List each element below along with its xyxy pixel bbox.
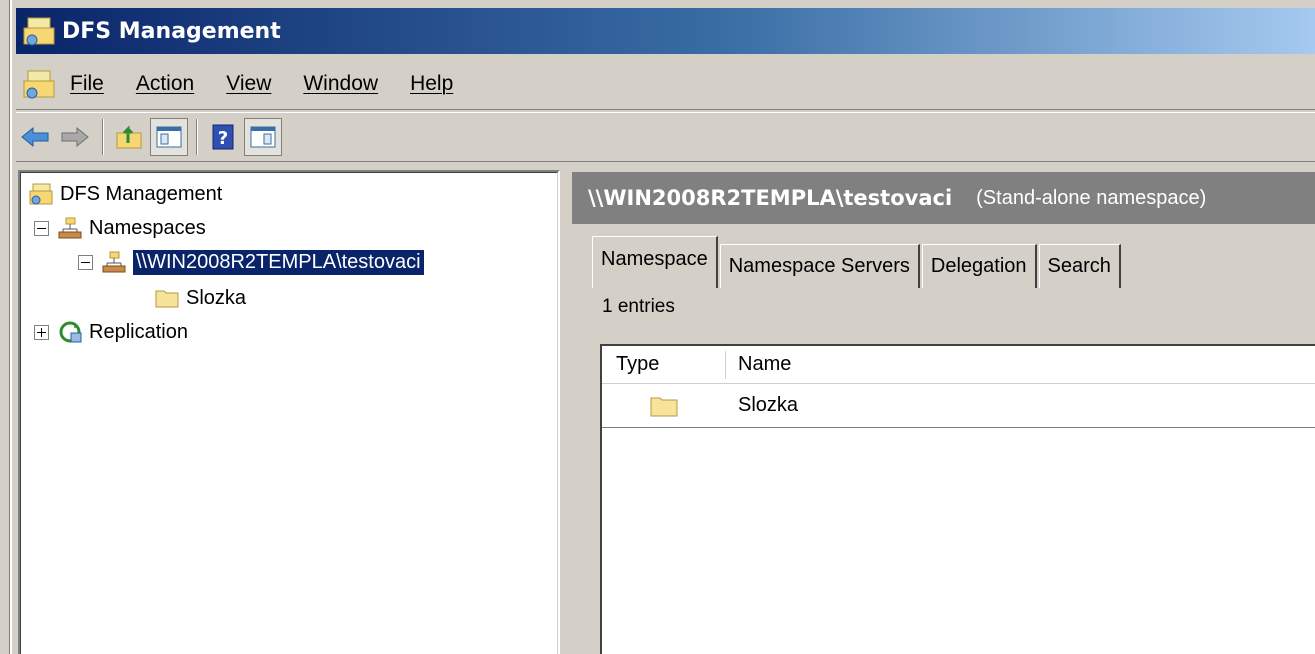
details-header: \\WIN2008R2TEMPLA\testovaci (Stand-alone…: [572, 172, 1315, 224]
tab-delegation[interactable]: Delegation: [921, 244, 1037, 288]
list-header: Type Name: [602, 346, 1315, 384]
menu-view[interactable]: View: [226, 72, 271, 96]
pane-splitter[interactable]: [560, 162, 572, 654]
help-icon: ?: [212, 124, 234, 150]
tree-label: Namespaces: [89, 216, 206, 239]
namespace-type-label: (Stand-alone namespace): [976, 186, 1207, 209]
window-title: DFS Management: [62, 18, 281, 44]
collapse-toggle[interactable]: [34, 220, 49, 236]
up-level-button[interactable]: [110, 118, 148, 156]
tree-item-replication[interactable]: Replication: [34, 316, 188, 348]
menu-file[interactable]: File: [70, 72, 104, 96]
tree-label-selected: \\WIN2008R2TEMPLA\testovaci: [132, 248, 425, 276]
back-button[interactable]: [16, 118, 54, 156]
menu-help[interactable]: Help: [410, 72, 453, 96]
type-cell: [602, 393, 726, 419]
tree-label: Replication: [89, 320, 188, 343]
folder-icon: [155, 290, 179, 308]
namespace-path-heading: \\WIN2008R2TEMPLA\testovaci: [588, 186, 953, 210]
forward-button[interactable]: [56, 118, 94, 156]
help-button[interactable]: ?: [204, 118, 242, 156]
dfs-management-icon: [29, 183, 53, 205]
title-bar[interactable]: DFS Management: [16, 8, 1315, 54]
svg-text:?: ?: [218, 128, 228, 149]
system-menu-icon[interactable]: [22, 67, 56, 101]
up-level-icon: [116, 125, 142, 149]
details-pane: \\WIN2008R2TEMPLA\testovaci (Stand-alone…: [572, 172, 1315, 654]
list-item[interactable]: Slozka: [602, 384, 1315, 428]
folder-icon: [650, 397, 678, 416]
expand-toggle[interactable]: [34, 324, 49, 340]
tree-label: Slozka: [186, 286, 247, 309]
menu-action[interactable]: Action: [136, 72, 194, 96]
namespaces-icon: [58, 217, 82, 239]
window-frame-edge: [0, 0, 10, 654]
toolbar-separator: [196, 119, 198, 155]
back-icon: [21, 126, 49, 148]
dfs-management-icon: [23, 17, 55, 46]
show-hide-console-tree-button[interactable]: [150, 118, 188, 156]
menu-window[interactable]: Window: [303, 72, 378, 96]
column-header-type[interactable]: Type: [602, 350, 726, 379]
tree-item-folder-slozka[interactable]: Slozka: [154, 282, 246, 314]
tab-strip: Namespace Namespace Servers Delegation S…: [592, 236, 1315, 288]
tree-item-dfs-management[interactable]: DFS Management: [28, 178, 222, 210]
tree-label: DFS Management: [60, 182, 223, 205]
namespace-entries-list: Type Name Slozka: [600, 344, 1315, 654]
show-hide-console-tree-icon: [156, 126, 182, 148]
toolbar: ?: [16, 112, 1315, 162]
collapse-toggle[interactable]: [78, 254, 93, 270]
tab-namespace[interactable]: Namespace: [592, 236, 718, 288]
column-header-name[interactable]: Name: [726, 353, 791, 376]
tab-namespace-servers[interactable]: Namespace Servers: [719, 244, 920, 288]
mmc-window: DFS Management File Action View Window H…: [10, 0, 1315, 654]
namespace-icon: [102, 251, 126, 273]
show-hide-action-pane-icon: [250, 126, 276, 148]
tree-item-namespace-root[interactable]: \\WIN2008R2TEMPLA\testovaci: [78, 246, 425, 278]
name-cell: Slozka: [738, 394, 799, 416]
show-hide-action-pane-button[interactable]: [244, 118, 282, 156]
console-tree-pane: DFS Management Namespaces \\WIN2008R2TEM…: [18, 170, 560, 654]
tree-item-namespaces[interactable]: Namespaces: [34, 212, 206, 244]
toolbar-separator: [102, 119, 104, 155]
tab-search[interactable]: Search: [1038, 244, 1121, 288]
entries-count: 1 entries: [602, 296, 675, 317]
replication-icon: [59, 321, 82, 343]
forward-icon: [61, 126, 89, 148]
menu-bar: File Action View Window Help: [16, 58, 1315, 110]
